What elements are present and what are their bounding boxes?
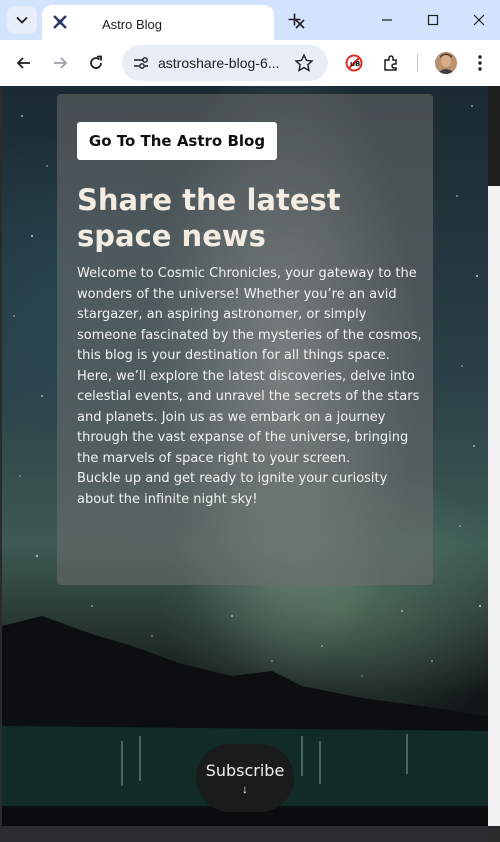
intro-paragraph: Here, we’ll explore the latest discoveri…	[77, 368, 420, 466]
forward-button[interactable]	[49, 52, 71, 74]
intro-paragraph: Welcome to Cosmic Chronicles, your gatew…	[77, 266, 422, 363]
active-tab[interactable]: Astro Blog	[42, 5, 305, 40]
star-icon[interactable]	[294, 53, 314, 73]
go-to-blog-button[interactable]: Go To The Astro Blog	[77, 122, 277, 160]
intro-card: Go To The Astro Blog Share the latest sp…	[57, 94, 433, 585]
page-title: Share the latest space news	[77, 183, 341, 253]
address-bar[interactable]: astroshare-blog-6...	[122, 45, 328, 81]
reload-button[interactable]	[85, 52, 107, 74]
subscribe-label: Subscribe	[205, 760, 285, 780]
scrollbar-top	[488, 86, 500, 186]
site-info-icon[interactable]	[132, 54, 150, 72]
intro-text: Welcome to Cosmic Chronicles, your gatew…	[77, 264, 422, 510]
svg-text:uB: uB	[350, 60, 360, 68]
blocked-extension-icon: uB	[345, 54, 363, 72]
maximize-button[interactable]	[423, 10, 443, 30]
extensions-button[interactable]	[380, 52, 402, 74]
plus-icon	[288, 13, 300, 25]
profile-avatar[interactable]	[435, 52, 457, 74]
forward-icon	[54, 57, 68, 69]
close-icon	[473, 14, 485, 26]
tab-title: Astro Blog	[102, 17, 162, 32]
subscribe-button[interactable]: Subscribe ↓	[196, 744, 294, 812]
tab-search-button[interactable]	[7, 6, 37, 34]
browser-toolbar: astroshare-blog-6... uB	[0, 40, 500, 86]
arrow-down-icon: ↓	[242, 781, 248, 796]
url-text: astroshare-blog-6...	[158, 55, 280, 71]
page-bottom-bar	[0, 826, 488, 842]
page-viewport: Go To The Astro Blog Share the latest sp…	[0, 86, 500, 842]
tab-strip: Astro Blog	[0, 0, 500, 40]
minimize-button[interactable]	[377, 10, 397, 30]
profile-photo-icon	[435, 52, 457, 74]
browser-menu-button[interactable]	[469, 52, 491, 74]
maximize-icon	[427, 14, 439, 26]
intro-paragraph: Buckle up and get ready to ignite your c…	[77, 471, 388, 507]
puzzle-icon	[384, 55, 397, 71]
chevron-down-icon	[16, 16, 28, 24]
close-window-button[interactable]	[469, 10, 489, 30]
minimize-icon	[382, 19, 392, 21]
scrollbar[interactable]	[488, 186, 500, 826]
toolbar-divider	[417, 54, 418, 72]
back-button[interactable]	[13, 52, 35, 74]
back-icon	[16, 57, 30, 69]
favicon-icon	[53, 15, 67, 29]
new-tab-button[interactable]	[284, 9, 304, 29]
blocked-extension-button[interactable]: uB	[343, 52, 365, 74]
kebab-menu-icon	[478, 55, 482, 71]
reload-icon	[90, 55, 102, 69]
